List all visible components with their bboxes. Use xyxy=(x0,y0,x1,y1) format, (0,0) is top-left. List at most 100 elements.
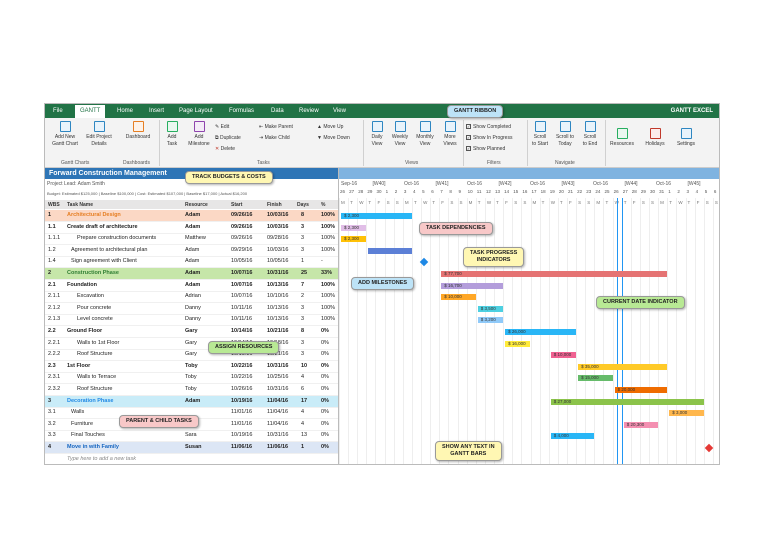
callout-gantt-ribbon: GANTT RIBBON xyxy=(447,105,504,118)
task-percent: 0% xyxy=(321,362,329,369)
more-views-button[interactable]: More Views xyxy=(439,121,461,148)
table-row[interactable]: 2.1.2 Pour concrete Danny 10/11/16 10/13/16 3… xyxy=(45,303,338,315)
task-name: Create draft of architecture xyxy=(67,223,138,230)
scroll-to-today-button[interactable]: Scroll to Today xyxy=(553,121,577,148)
timeline-day-number: 11 xyxy=(476,189,482,194)
timeline-weekday: M xyxy=(404,200,409,205)
timeline-day-number: 14 xyxy=(504,189,510,194)
gantt-bar[interactable]: $ 20,000 xyxy=(614,387,668,393)
task-finish: 10/13/16 xyxy=(267,316,289,323)
delete-button[interactable]: ✕ Delete xyxy=(215,146,235,152)
gantt-bar[interactable]: $ 2,300 xyxy=(341,213,412,219)
table-row[interactable]: 3 Decoration Phase Adam 10/19/16 11/04/16 17 0… xyxy=(45,395,338,408)
gantt-bar[interactable]: $ 4,000 xyxy=(550,433,595,440)
table-row[interactable]: 2.1 Foundation Adam 10/07/16 10/13/16 7 100% xyxy=(45,280,338,292)
gantt-bar[interactable]: $ 35,000 xyxy=(578,363,668,370)
move-up-button[interactable]: ▲ Move Up xyxy=(317,124,343,130)
tab-gantt[interactable]: GANTT xyxy=(75,105,106,118)
add-task-hint[interactable]: Type here to add a new task xyxy=(45,454,338,464)
table-row[interactable]: 2.3.1 Walls to Terrace Toby 10/22/16 10/25/1… xyxy=(45,372,338,385)
timeline-weekday: T xyxy=(496,200,499,205)
table-row[interactable]: 2.3.2 Roof Structure Toby 10/26/16 10/31/16 6… xyxy=(45,384,338,396)
gantt-bar[interactable]: $ 2,300 xyxy=(341,224,367,231)
gantt-bar[interactable]: $ 16,000 xyxy=(505,340,531,347)
gantt-bar[interactable]: $ 3,500 xyxy=(477,305,504,312)
gantt-bar[interactable]: $ 10,000 xyxy=(550,352,577,359)
grid-line xyxy=(457,198,459,464)
scroll-to-end-button[interactable]: Scroll to End xyxy=(579,121,601,148)
gantt-bar[interactable]: $ 27,000 xyxy=(550,398,704,405)
settings-button[interactable]: Settings xyxy=(673,128,699,148)
gantt-bar[interactable]: $ 16,700 xyxy=(441,282,504,289)
gantt-bar[interactable]: $ 3,200 xyxy=(477,317,504,324)
tab-file[interactable]: File xyxy=(53,108,63,114)
task-name: Architectural Design xyxy=(67,212,121,218)
duplicate-button[interactable]: ⧉ Duplicate xyxy=(215,135,241,141)
task-finish: 10/31/16 xyxy=(267,270,289,276)
tab-insert[interactable]: Insert xyxy=(149,108,164,114)
grid-line xyxy=(384,198,386,464)
edit-project-button[interactable]: Edit Project Details xyxy=(83,121,115,148)
task-wbs: 4 xyxy=(48,444,52,450)
scroll-to-start-button[interactable]: Scroll to Start xyxy=(529,121,551,148)
gantt-bar[interactable]: $ 15,000 xyxy=(578,375,613,382)
grid-line xyxy=(375,198,377,464)
task-percent: 0% xyxy=(321,397,329,404)
monthly-view-button[interactable]: Monthly View xyxy=(413,121,437,148)
table-row[interactable]: 2.2.2 Roof Structure Gary 10/19/16 10/21/16 3… xyxy=(45,349,338,362)
daily-view-button[interactable]: Daily View xyxy=(367,121,387,148)
gantt-bar[interactable]: $ 2,300 xyxy=(341,236,367,243)
task-days: 3 xyxy=(301,339,305,346)
table-row[interactable]: 1.1.1 Prepare construction documents Matth… xyxy=(45,233,338,246)
tab-home[interactable]: Home xyxy=(117,108,133,114)
tab-review[interactable]: Review xyxy=(299,108,319,114)
tab-data[interactable]: Data xyxy=(271,108,284,114)
move-down-button[interactable]: ▼ Move Down xyxy=(317,135,350,141)
edit-project-icon xyxy=(93,121,105,132)
gantt-bar[interactable]: $ 20,300 xyxy=(623,421,659,428)
make-child-button[interactable]: ⇥ Make Child xyxy=(259,135,290,141)
tab-formulas[interactable]: Formulas xyxy=(229,108,254,114)
gantt-bar[interactable]: $ 10,000 xyxy=(441,294,476,301)
task-percent: 100% xyxy=(321,316,336,323)
tab-page-layout[interactable]: Page Layout xyxy=(179,108,213,114)
grid-line xyxy=(503,198,505,464)
gear-icon xyxy=(680,128,692,139)
task-percent: 100% xyxy=(321,212,336,218)
table-row[interactable]: 2.3 1st Floor Toby 10/22/16 10/31/16 10 0% xyxy=(45,361,338,373)
add-task-button[interactable]: Add Task xyxy=(161,121,183,148)
table-row[interactable]: 1 Architectural Design Adam 09/26/16 10/03/1… xyxy=(45,210,338,222)
table-row[interactable]: 2.1.3 Level concrete Danny 10/11/16 10/13/16… xyxy=(45,314,338,327)
resources-label: Resources xyxy=(610,141,634,147)
dashboard-button[interactable]: Dashboard xyxy=(121,121,155,141)
add-milestone-button[interactable]: Add Milestone xyxy=(185,121,213,148)
table-row[interactable]: 1.4 Sign agreement with Client Adam 10/05/1… xyxy=(45,256,338,269)
current-date-indicator xyxy=(616,198,618,464)
resources-button[interactable]: Resources xyxy=(607,128,637,148)
gantt-bar[interactable]: $ 77,700 xyxy=(441,271,668,277)
table-row[interactable]: 3.3 Final Touches Sara 10/19/16 10/31/16 13 0% xyxy=(45,430,338,443)
holidays-button[interactable]: Holidays xyxy=(641,128,669,148)
gantt-bar[interactable]: $ 3,000 xyxy=(669,410,704,417)
show-in-progress-checkbox[interactable]: ✓ Show In Progress xyxy=(466,135,512,141)
show-completed-checkbox[interactable]: ✓ Show Completed xyxy=(466,124,511,130)
table-row[interactable]: 2.1.1 Excavation Adrian 10/07/16 10/10/16 2 10… xyxy=(45,291,338,304)
weekly-view-button[interactable]: Weekly View xyxy=(389,121,411,148)
table-row[interactable]: 2 Construction Phase Adam 10/07/16 10/31/16 2… xyxy=(45,268,338,280)
milestone-diamond[interactable] xyxy=(704,443,713,453)
edit-button[interactable]: ✎ Edit xyxy=(215,124,229,130)
table-row[interactable]: 4 Move in with Family Susan 11/06/16 11/06/1… xyxy=(45,442,338,454)
gantt-bar[interactable] xyxy=(368,247,412,254)
add-new-gantt-button[interactable]: Add New Gantt Chart xyxy=(51,121,79,148)
table-row[interactable]: 2.2.1Walls to 1st FloorGary10/14/1610/18… xyxy=(45,338,338,350)
table-row[interactable]: 1.1 Create draft of architecture Adam 09/26… xyxy=(45,222,338,234)
table-row[interactable]: 2.2 Ground Floor Gary 10/14/16 10/21/16 8 0% xyxy=(45,326,338,338)
timeline-day-number: 30 xyxy=(650,189,656,194)
show-planned-checkbox[interactable]: ✓ Show Planned xyxy=(466,146,505,152)
table-row[interactable]: 1.2 Agreement to architectural plan Adam 09… xyxy=(45,245,338,257)
make-parent-button[interactable]: ⇤ Make Parent xyxy=(259,124,293,130)
tab-view[interactable]: View xyxy=(333,108,346,114)
timeline-weekday: T xyxy=(477,200,481,205)
gantt-bar[interactable]: $ 26,000 xyxy=(505,329,577,335)
group-navigate: Navigate xyxy=(555,160,575,166)
